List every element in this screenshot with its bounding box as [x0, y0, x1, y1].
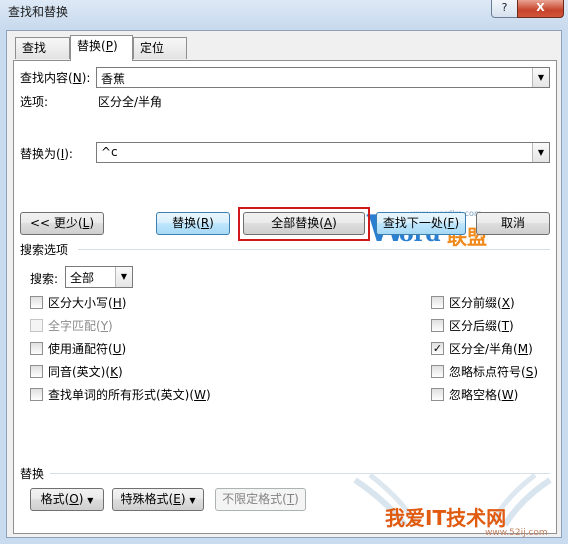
- replace-button[interactable]: 替换(R): [156, 212, 230, 235]
- search-direction-select[interactable]: 全部 ▼: [65, 266, 133, 288]
- close-icon: X: [536, 1, 545, 14]
- checkbox-box: [30, 296, 43, 309]
- replace-tab-panel: 查找内容(N): 香蕉 ▼ 选项: 区分全/半角 替换为(I): ^c ▼ W …: [13, 60, 557, 534]
- checkbox-box: [431, 365, 444, 378]
- find-next-button[interactable]: 查找下一处(F): [376, 212, 466, 235]
- less-button[interactable]: << 更少(L): [20, 212, 104, 235]
- tab-find[interactable]: 查找(D): [15, 37, 70, 75]
- find-what-value: 香蕉: [101, 72, 126, 86]
- replace-with-label: 替换为(I):: [20, 147, 73, 161]
- window-title: 查找和替换: [8, 5, 69, 19]
- special-button[interactable]: 特殊格式(E) ▼: [112, 488, 204, 511]
- checkbox-box: [30, 388, 43, 401]
- options-value: 区分全/半角: [98, 95, 163, 109]
- search-dropdown-icon[interactable]: ▼: [115, 267, 132, 287]
- find-what-label: 查找内容(N):: [20, 71, 91, 85]
- checkbox-box: [30, 365, 43, 378]
- tab-replace[interactable]: 替换(P): [70, 35, 133, 61]
- search-options-divider: [78, 249, 550, 250]
- triangle-down-icon: ▼: [189, 496, 196, 505]
- replace-dropdown-icon[interactable]: ▼: [532, 143, 549, 162]
- replace-with-value: ^c: [101, 145, 118, 159]
- triangle-down-icon: ▼: [87, 496, 94, 505]
- search-options-title: 搜索选项: [20, 243, 69, 257]
- replace-with-input[interactable]: ^c ▼: [96, 142, 550, 163]
- dialog-client: 查找(D) 替换(P) 定位(G) 查找内容(N): 香蕉 ▼ 选项: 区分全/…: [6, 30, 562, 538]
- close-button[interactable]: X: [517, 0, 564, 18]
- checkbox-box: [30, 342, 43, 355]
- help-button[interactable]: ?: [491, 0, 518, 18]
- checkbox-box: [431, 388, 444, 401]
- checkbox-box: [431, 319, 444, 332]
- find-dropdown-icon[interactable]: ▼: [532, 68, 549, 87]
- replace-section-title: 替换: [20, 467, 45, 481]
- search-direction-label: 搜索:: [30, 272, 59, 286]
- title-bar: 查找和替换 ? X: [0, 0, 568, 30]
- tab-goto[interactable]: 定位(G): [133, 37, 187, 75]
- search-direction-value: 全部: [70, 271, 95, 285]
- checkbox-box: [431, 296, 444, 309]
- find-what-input[interactable]: 香蕉 ▼: [96, 67, 550, 88]
- checkbox-box: [30, 319, 43, 332]
- 52ij-watermark: 我爱IT技术网 www.52ij.com: [345, 470, 560, 542]
- cancel-button[interactable]: 取消: [476, 212, 550, 235]
- no-formatting-button: 不限定格式(T): [215, 488, 306, 511]
- format-button[interactable]: 格式(O) ▼: [30, 488, 104, 511]
- options-label: 选项:: [20, 95, 49, 109]
- highlight-frame: [238, 207, 370, 241]
- help-icon: ?: [501, 1, 508, 14]
- checkmark-icon: ✓: [431, 342, 444, 355]
